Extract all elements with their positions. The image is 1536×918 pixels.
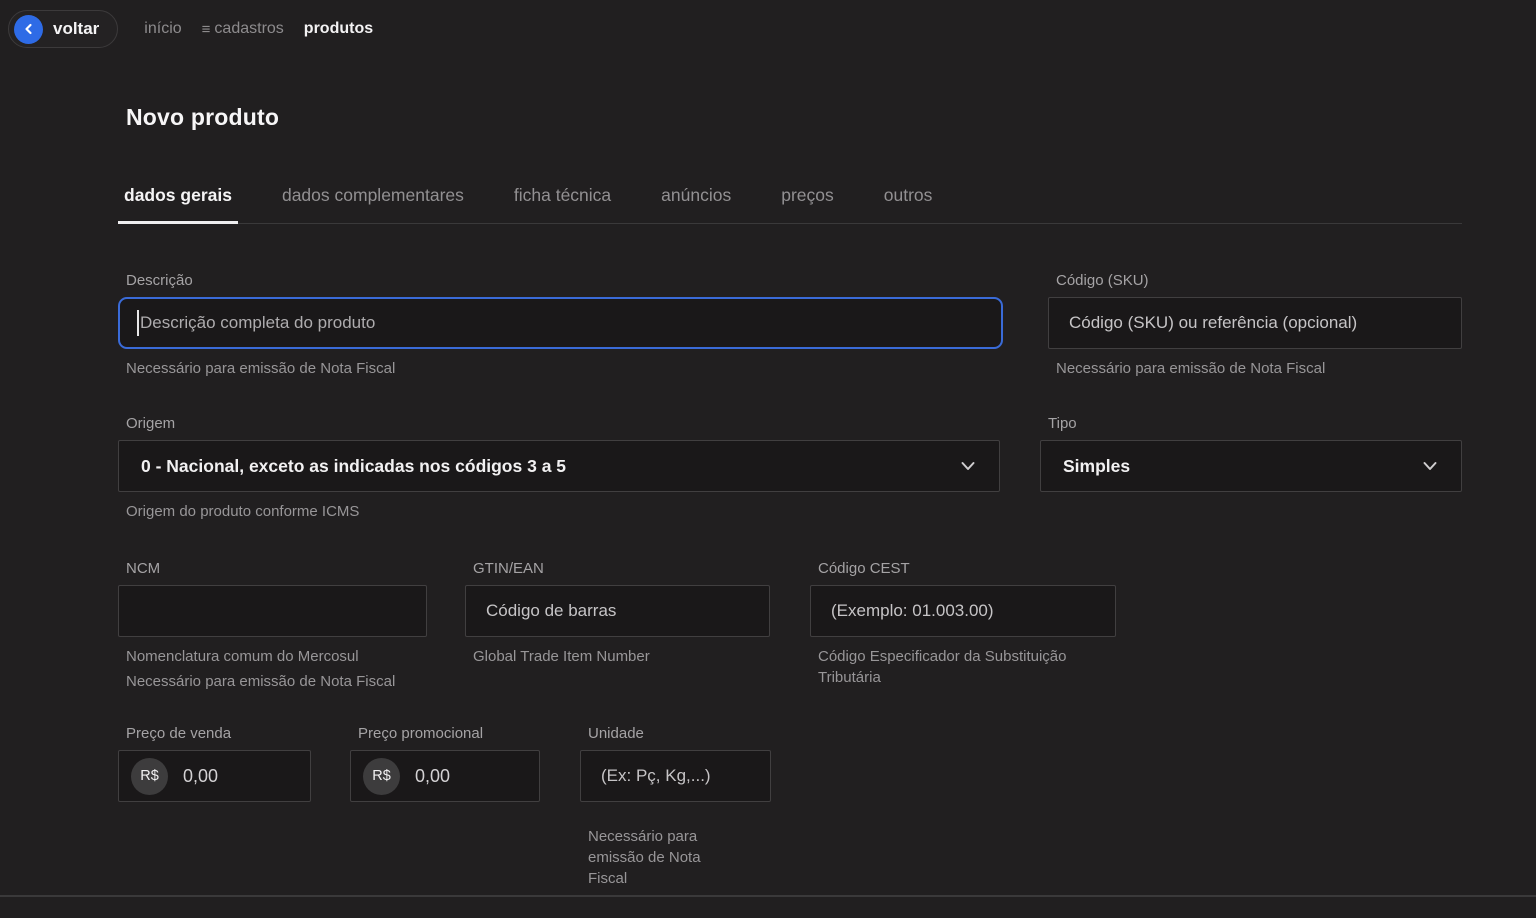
page-title: Novo produto [126,104,1462,131]
back-button-label: voltar [53,19,99,39]
field-origem: Origem 0 - Nacional, exceto as indicadas… [118,415,1000,522]
tab-ficha-tecnica[interactable]: ficha técnica [508,175,617,224]
unidade-input[interactable] [580,750,771,802]
tipo-select[interactable]: Simples [1040,440,1462,492]
tab-anuncios[interactable]: anúncios [655,175,737,224]
preco-promocional-value: 0,00 [415,766,450,787]
breadcrumb-cadastros-label: cadastros [214,20,283,38]
ncm-input[interactable] [118,585,427,637]
field-gtin: GTIN/EAN Global Trade Item Number [465,560,770,692]
unidade-helper: Necessário para emissão de Nota Fiscal [588,826,738,889]
bottom-divider [0,895,1536,897]
field-preco-promocional: Preço promocional R$ 0,00 [350,725,540,889]
cest-input[interactable] [810,585,1116,637]
gtin-label: GTIN/EAN [473,560,770,577]
field-cest: Código CEST Código Especificador da Subs… [810,560,1116,692]
preco-promocional-label: Preço promocional [358,725,540,742]
descricao-helper: Necessário para emissão de Nota Fiscal [126,358,1003,379]
sku-input[interactable] [1048,297,1462,349]
ncm-helper-2: Necessário para emissão de Nota Fiscal [126,671,427,692]
tipo-label: Tipo [1048,415,1462,432]
row-ncm-gtin-cest: NCM Nomenclatura comum do Mercosul Neces… [118,560,1462,692]
descricao-input[interactable] [118,297,1003,349]
origem-label: Origem [126,415,1000,432]
field-sku: Código (SKU) Necessário para emissão de … [1048,272,1462,379]
breadcrumb: início ≡ cadastros produtos [144,20,373,38]
chevron-down-icon [1419,455,1441,477]
field-tipo: Tipo Simples [1040,415,1462,522]
row-descricao-sku: Descrição Necessário para emissão de Not… [118,272,1462,379]
tab-bar: dados gerais dados complementares ficha … [118,175,1462,224]
row-origem-tipo: Origem 0 - Nacional, exceto as indicadas… [118,415,1462,522]
preco-promocional-input[interactable]: R$ 0,00 [350,750,540,802]
tab-dados-gerais[interactable]: dados gerais [118,175,238,224]
topbar: voltar início ≡ cadastros produtos [0,0,1536,48]
ncm-helper-1: Nomenclatura comum do Mercosul [126,646,427,667]
breadcrumb-produtos[interactable]: produtos [304,20,373,38]
cest-label: Código CEST [818,560,1116,577]
origem-helper: Origem do produto conforme ICMS [126,501,1000,522]
main-content: Novo produto dados gerais dados compleme… [118,104,1462,889]
breadcrumb-inicio[interactable]: início [144,20,181,38]
ncm-label: NCM [126,560,427,577]
field-descricao: Descrição Necessário para emissão de Not… [118,272,1003,379]
back-button[interactable]: voltar [8,10,118,48]
preco-venda-label: Preço de venda [126,725,311,742]
text-caret [137,310,139,336]
descricao-label: Descrição [126,272,1003,289]
tab-precos[interactable]: preços [775,175,840,224]
gtin-input[interactable] [465,585,770,637]
row-precos-unidade: Preço de venda R$ 0,00 Preço promocional… [118,725,1462,889]
back-chevron-icon [14,15,43,44]
currency-badge: R$ [131,758,168,795]
preco-venda-value: 0,00 [183,766,218,787]
field-unidade: Unidade Necessário para emissão de Nota … [580,725,771,889]
origem-selected-value: 0 - Nacional, exceto as indicadas nos có… [141,456,566,477]
field-preco-venda: Preço de venda R$ 0,00 [118,725,311,889]
sku-helper: Necessário para emissão de Nota Fiscal [1056,358,1462,379]
chevron-down-icon [957,455,979,477]
tab-dados-complementares[interactable]: dados complementares [276,175,470,224]
origem-select[interactable]: 0 - Nacional, exceto as indicadas nos có… [118,440,1000,492]
tab-outros[interactable]: outros [878,175,939,224]
currency-badge: R$ [363,758,400,795]
list-icon: ≡ [202,21,211,38]
cest-helper: Código Especificador da Substituição Tri… [818,646,1068,688]
breadcrumb-cadastros[interactable]: ≡ cadastros [202,20,284,38]
tipo-selected-value: Simples [1063,456,1130,477]
unidade-label: Unidade [588,725,771,742]
field-ncm: NCM Nomenclatura comum do Mercosul Neces… [118,560,427,692]
gtin-helper: Global Trade Item Number [473,646,770,667]
preco-venda-input[interactable]: R$ 0,00 [118,750,311,802]
sku-label: Código (SKU) [1056,272,1462,289]
